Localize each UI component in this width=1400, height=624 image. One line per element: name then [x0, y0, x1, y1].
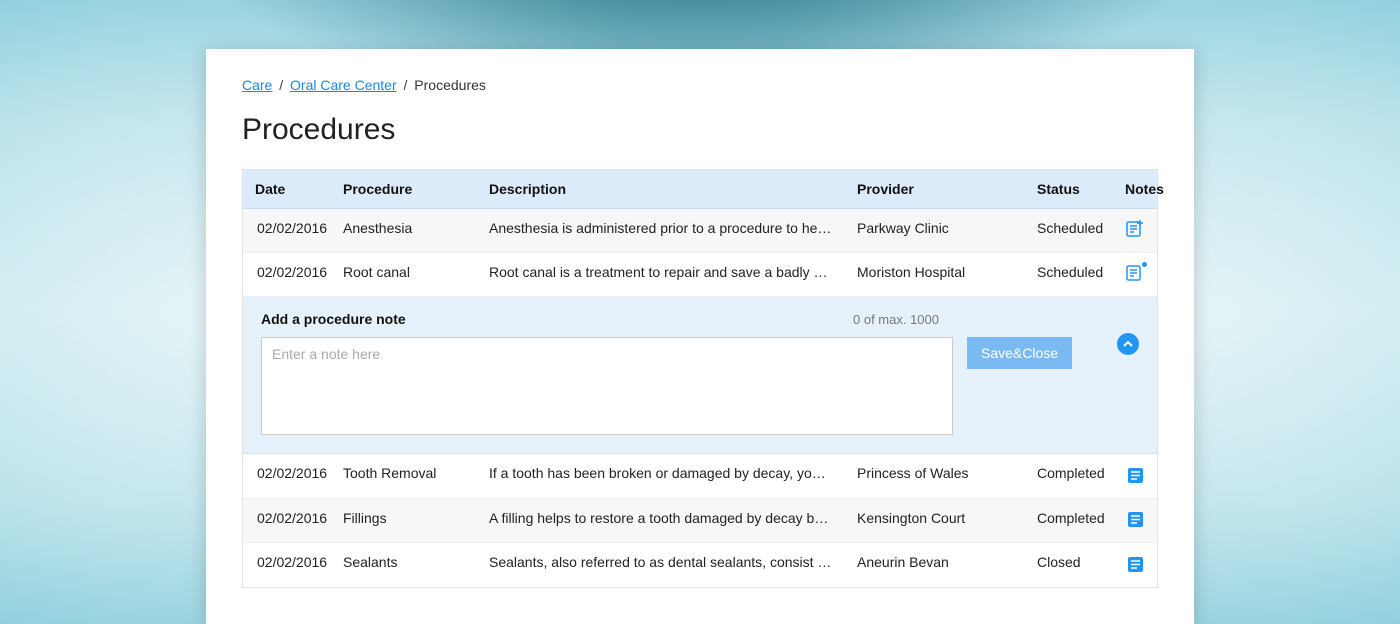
cell-description: If a tooth has been broken or damaged by… [477, 454, 845, 498]
table-row[interactable]: 02/02/2016 Sealants Sealants, also refer… [243, 543, 1157, 587]
col-header-status: Status [1025, 170, 1113, 208]
cell-status: Scheduled [1025, 253, 1113, 296]
note-textarea[interactable] [261, 337, 953, 435]
breadcrumb-link-care[interactable]: Care [242, 77, 272, 93]
col-header-description: Description [477, 170, 845, 208]
add-note-icon[interactable] [1125, 264, 1145, 284]
cell-procedure: Root canal [331, 253, 477, 296]
cell-status: Completed [1025, 499, 1113, 543]
breadcrumb: Care / Oral Care Center / Procedures [242, 77, 1158, 93]
col-header-procedure: Procedure [331, 170, 477, 208]
cell-status: Closed [1025, 543, 1113, 587]
note-panel-title: Add a procedure note [261, 311, 406, 327]
collapse-icon[interactable] [1117, 333, 1139, 355]
save-close-button[interactable]: Save&Close [967, 337, 1072, 369]
breadcrumb-current: Procedures [414, 77, 486, 93]
cell-description: Anesthesia is administered prior to a pr… [477, 209, 845, 252]
cell-date: 02/02/2016 [243, 253, 331, 296]
view-note-icon[interactable] [1125, 554, 1145, 574]
cell-provider: Aneurin Bevan [845, 543, 1025, 587]
table-header: Date Procedure Description Provider Stat… [243, 170, 1157, 209]
cell-date: 02/02/2016 [243, 499, 331, 543]
main-card: Care / Oral Care Center / Procedures Pro… [206, 49, 1194, 624]
table-row[interactable]: 02/02/2016 Root canal Root canal is a tr… [243, 253, 1157, 297]
cell-description: Root canal is a treatment to repair and … [477, 253, 845, 296]
cell-provider: Moriston Hospital [845, 253, 1025, 296]
note-char-counter: 0 of max. 1000 [853, 312, 939, 327]
cell-date: 02/02/2016 [243, 209, 331, 252]
add-note-icon[interactable] [1125, 220, 1145, 240]
col-header-notes: Notes [1113, 170, 1157, 208]
cell-provider: Kensington Court [845, 499, 1025, 543]
table-row[interactable]: 02/02/2016 Anesthesia Anesthesia is admi… [243, 209, 1157, 253]
cell-procedure: Fillings [331, 499, 477, 543]
page-title: Procedures [242, 113, 1158, 147]
table-row[interactable]: 02/02/2016 Fillings A filling helps to r… [243, 499, 1157, 544]
cell-procedure: Anesthesia [331, 209, 477, 252]
breadcrumb-link-oral-care[interactable]: Oral Care Center [290, 77, 397, 93]
cell-description: A filling helps to restore a tooth damag… [477, 499, 845, 543]
col-header-provider: Provider [845, 170, 1025, 208]
cell-date: 02/02/2016 [243, 454, 331, 498]
cell-status: Completed [1025, 454, 1113, 498]
breadcrumb-sep: / [279, 77, 283, 93]
cell-procedure: Tooth Removal [331, 454, 477, 498]
col-header-date: Date [243, 170, 331, 208]
procedures-table: Date Procedure Description Provider Stat… [242, 169, 1158, 588]
cell-provider: Parkway Clinic [845, 209, 1025, 252]
cell-procedure: Sealants [331, 543, 477, 587]
cell-description: Sealants, also referred to as dental sea… [477, 543, 845, 587]
table-row[interactable]: 02/02/2016 Tooth Removal If a tooth has … [243, 454, 1157, 499]
view-note-icon[interactable] [1125, 510, 1145, 530]
view-note-icon[interactable] [1125, 465, 1145, 485]
cell-status: Scheduled [1025, 209, 1113, 252]
cell-provider: Princess of Wales [845, 454, 1025, 498]
breadcrumb-sep: / [404, 77, 408, 93]
cell-date: 02/02/2016 [243, 543, 331, 587]
add-note-panel: Add a procedure note 0 of max. 1000 Save… [243, 297, 1157, 454]
